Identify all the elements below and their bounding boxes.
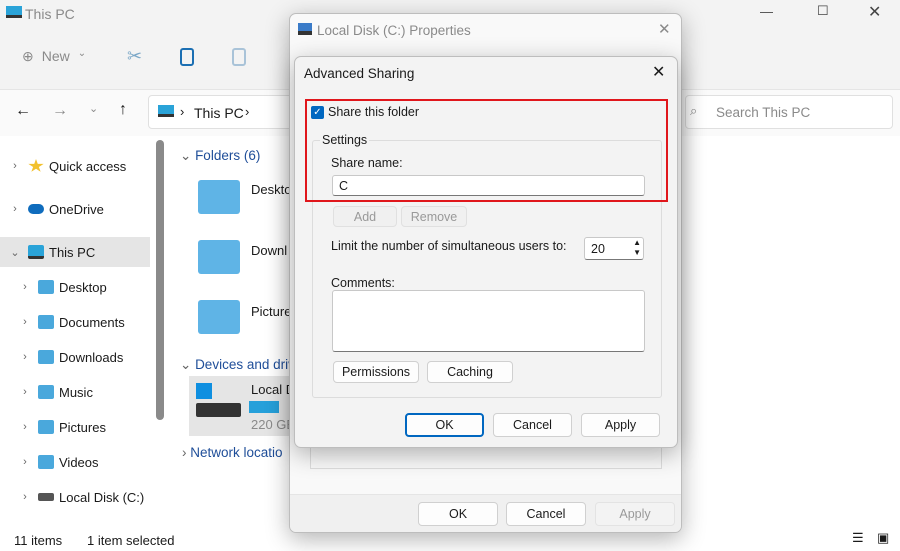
ok-button[interactable]: OK	[405, 413, 484, 437]
search-input[interactable]: ⌕ Search This PC	[685, 95, 893, 129]
stepper-up-icon[interactable]: ▲	[633, 238, 641, 247]
new-button[interactable]: ⊕ New ⌄	[22, 48, 86, 65]
advanced-sharing-title: Advanced Sharing	[304, 66, 415, 81]
folder-downloads[interactable]: Downl	[251, 243, 287, 258]
properties-cancel-button[interactable]: Cancel	[506, 502, 586, 526]
breadcrumb-separator: ›	[245, 104, 250, 119]
highlight-box	[305, 99, 668, 202]
folder-icon	[198, 180, 240, 214]
folder-desktop[interactable]: Deskto	[251, 182, 291, 197]
recent-chevron-icon[interactable]: ⌄	[89, 102, 98, 115]
up-icon[interactable]: ↑	[119, 101, 127, 119]
caching-button[interactable]: Caching	[427, 361, 513, 383]
sidebar-item-downloads[interactable]: › Downloads	[0, 342, 150, 372]
section-folders[interactable]: ⌄ Folders (6)	[180, 148, 260, 164]
sidebar: › Quick access › OneDrive ⌄ This PC › Deskto…	[0, 140, 168, 530]
details-view-icon[interactable]: ☰	[852, 530, 864, 546]
this-pc-icon	[158, 105, 174, 117]
permissions-button[interactable]: Permissions	[333, 361, 419, 383]
drive-icon	[38, 493, 54, 501]
comments-textarea[interactable]	[332, 290, 645, 352]
comments-label: Comments:	[331, 276, 395, 290]
tiles-view-icon[interactable]: ▣	[877, 530, 889, 546]
search-icon: ⌕	[690, 103, 698, 118]
downloads-icon	[38, 350, 54, 364]
windows-logo-icon	[196, 383, 212, 399]
drive-tile[interactable]: Local D 220 GE	[189, 376, 299, 436]
chevron-down-icon: ⌄	[77, 48, 87, 59]
section-devices[interactable]: ⌄ Devices and driv	[180, 357, 295, 373]
this-pc-icon	[6, 6, 22, 18]
sidebar-item-quick-access[interactable]: › Quick access	[0, 151, 150, 181]
properties-apply-button[interactable]: Apply	[595, 502, 675, 526]
stepper-down-icon[interactable]: ▼	[633, 248, 641, 257]
sidebar-item-onedrive[interactable]: › OneDrive	[0, 194, 150, 224]
properties-title: Local Disk (C:) Properties	[317, 23, 471, 38]
limit-users-stepper[interactable]: 20 ▲ ▼	[584, 237, 644, 260]
sidebar-item-videos[interactable]: › Videos	[0, 447, 150, 477]
sidebar-scrollbar[interactable]	[156, 140, 164, 420]
add-button[interactable]: Add	[333, 206, 397, 227]
remove-button[interactable]: Remove	[401, 206, 467, 227]
pictures-icon	[38, 420, 54, 434]
status-bar: 11 items 1 item selected ☰ ▣	[14, 530, 890, 548]
sidebar-item-documents[interactable]: › Documents	[0, 307, 150, 337]
drive-icon	[196, 403, 241, 417]
properties-close-button[interactable]: ✕	[658, 20, 671, 38]
cancel-button[interactable]: Cancel	[493, 413, 572, 437]
drive-icon	[298, 23, 312, 35]
properties-ok-button[interactable]: OK	[418, 502, 498, 526]
apply-button[interactable]: Apply	[581, 413, 660, 437]
music-icon	[38, 385, 54, 399]
paste-icon[interactable]	[232, 48, 246, 66]
section-network[interactable]: › Network locatio	[182, 445, 283, 460]
cloud-icon	[28, 204, 44, 214]
sidebar-item-local-disk[interactable]: › Local Disk (C:)	[0, 482, 150, 512]
advanced-close-button[interactable]: ✕	[652, 62, 665, 82]
plus-icon: ⊕	[22, 48, 34, 64]
cut-icon[interactable]: ✂	[127, 46, 142, 67]
close-button[interactable]: ✕	[868, 2, 881, 22]
window-title: This PC	[25, 6, 75, 22]
limit-users-label: Limit the number of simultaneous users t…	[331, 239, 567, 253]
breadcrumb-this-pc[interactable]: This PC	[194, 105, 244, 121]
star-icon	[28, 159, 44, 172]
sidebar-item-pictures[interactable]: › Pictures	[0, 412, 150, 442]
copy-icon[interactable]	[180, 48, 194, 66]
desktop-icon	[38, 280, 54, 294]
folder-pictures[interactable]: Picture	[251, 304, 291, 319]
documents-icon	[38, 315, 54, 329]
forward-icon[interactable]: →	[52, 102, 68, 120]
sidebar-item-desktop[interactable]: › Desktop	[0, 272, 150, 302]
folder-icon	[198, 300, 240, 334]
this-pc-icon	[28, 245, 44, 259]
minimize-button[interactable]: —	[760, 4, 773, 19]
breadcrumb-separator: ›	[180, 104, 185, 119]
sidebar-item-this-pc[interactable]: ⌄ This PC	[0, 237, 150, 267]
sidebar-item-music[interactable]: › Music	[0, 377, 150, 407]
videos-icon	[38, 455, 54, 469]
folder-icon	[198, 240, 240, 274]
maximize-button[interactable]: ☐	[817, 3, 829, 19]
back-icon[interactable]: ←	[15, 102, 31, 120]
